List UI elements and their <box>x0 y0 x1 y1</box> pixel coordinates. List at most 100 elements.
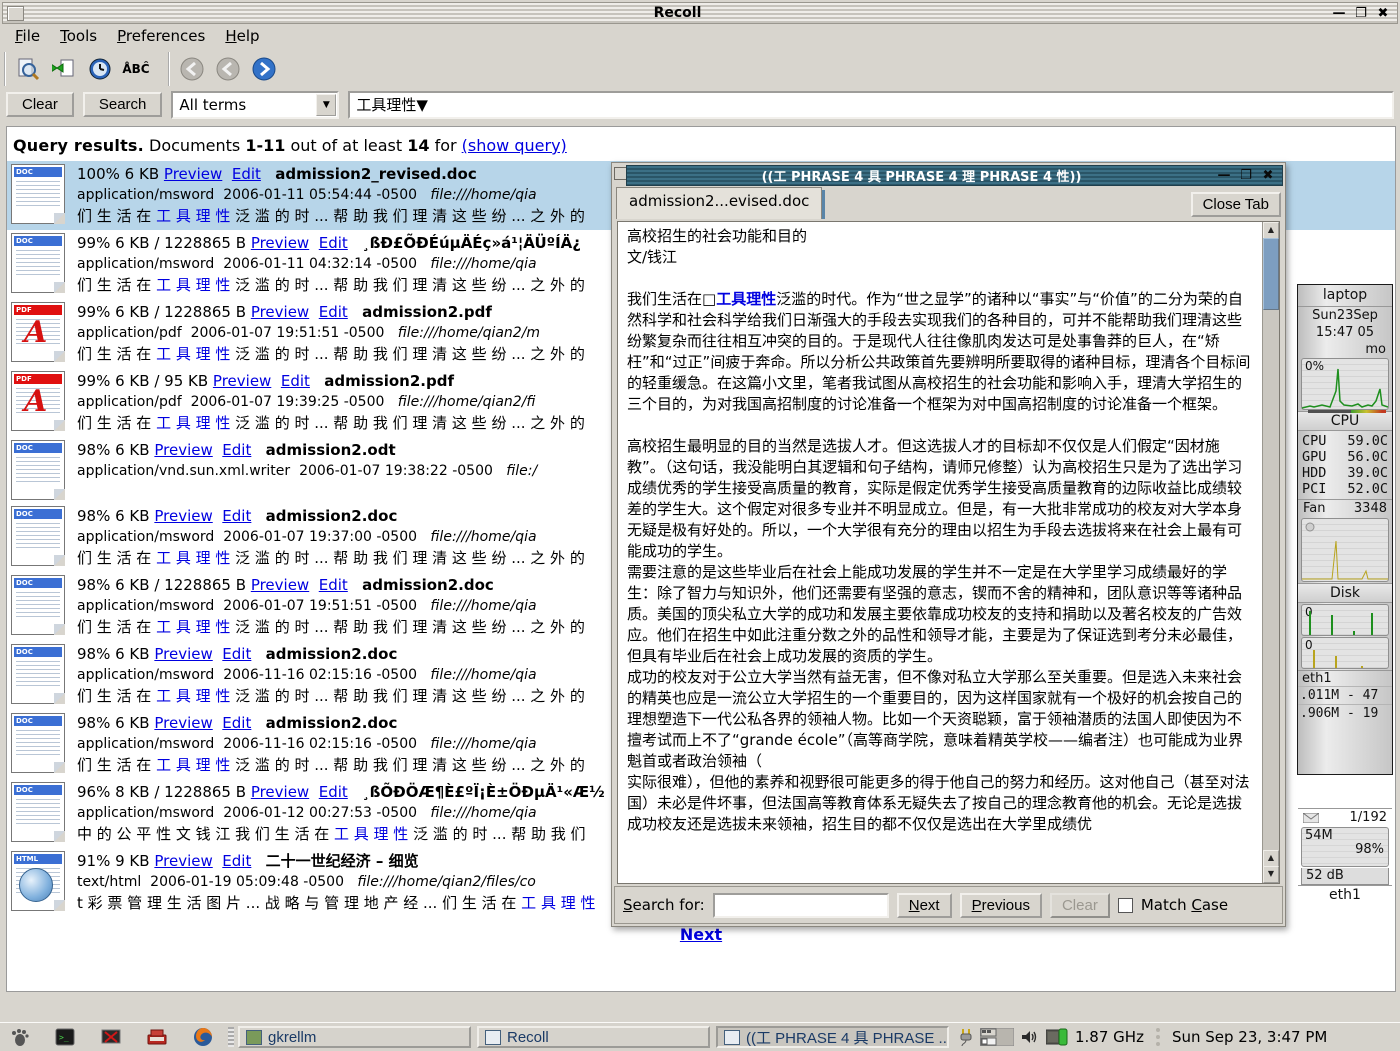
lock-screen-icon[interactable] <box>100 1026 122 1048</box>
sort-parameters-icon[interactable] <box>48 54 80 84</box>
clear-button[interactable]: Clear <box>6 92 74 117</box>
menu-file[interactable]: File <box>6 25 49 47</box>
doc-file-icon: DOC <box>11 233 65 293</box>
next-results-link[interactable]: Next <box>7 925 1395 944</box>
preview-searchbar: Search for: Next Previous Clear Match Ca… <box>614 886 1283 924</box>
window-menu-button[interactable] <box>7 6 24 21</box>
edit-link[interactable]: Edit <box>319 234 348 252</box>
preview-content[interactable]: 高校招生的社会功能和目的文/钱江 我们生活在□工具理性泛滥的时代。作为“世之显学… <box>617 221 1280 884</box>
firefox-icon[interactable] <box>192 1026 214 1048</box>
match-case-checkbox[interactable] <box>1118 898 1133 913</box>
preview-titlebar: ((工 PHRASE 4 具 PHRASE 4 理 PHRASE 4 性)) —… <box>626 165 1283 186</box>
gnome-menu-icon[interactable] <box>8 1026 30 1048</box>
find-previous-button[interactable]: Previous <box>960 893 1042 918</box>
query-input[interactable]: 工具理性 ▼ <box>348 91 1394 119</box>
query-value: 工具理性 <box>356 94 416 115</box>
close-tab-button[interactable]: Close Tab <box>1191 192 1281 217</box>
edit-link[interactable]: Edit <box>281 372 310 390</box>
preview-tab[interactable]: admission2...evised.doc <box>616 187 822 219</box>
time-label: 15:47 05 <box>1298 324 1392 341</box>
query-history-chevron-icon[interactable]: ▼ <box>416 96 428 114</box>
previous-page-icon[interactable] <box>212 54 244 84</box>
power-plug-icon[interactable] <box>959 1027 973 1047</box>
memory-chart[interactable]: 54M 98% <box>1301 827 1389 867</box>
search-mode-value: All terms <box>179 96 246 114</box>
preview-text-line: 高校招生的社会功能和目的 <box>627 226 1255 247</box>
preview-link[interactable]: Preview <box>154 645 212 663</box>
scroll-up2-icon[interactable]: ▲ <box>1263 850 1279 867</box>
restore-button[interactable]: ❐ <box>1353 6 1369 21</box>
preview-restore-button[interactable]: ❐ <box>1238 168 1254 183</box>
cpu-load-chart[interactable]: 0% <box>1301 358 1389 410</box>
edit-link[interactable]: Edit <box>222 852 251 870</box>
find-next-button[interactable]: Next <box>897 893 952 918</box>
result-url: file:/ <box>506 463 537 479</box>
edit-link[interactable]: Edit <box>319 783 348 801</box>
search-button[interactable]: Search <box>83 92 163 117</box>
first-page-icon[interactable] <box>176 54 208 84</box>
cpufreq-icon[interactable] <box>1046 1028 1068 1046</box>
advanced-search-icon[interactable] <box>12 54 44 84</box>
doc-file-icon: DOC <box>11 644 65 704</box>
preview-scrollbar[interactable]: ▲ ▲ ▼ <box>1262 222 1279 883</box>
preview-link[interactable]: Preview <box>154 714 212 732</box>
result-date: 2006-01-11 05:54:44 -0500 <box>223 187 417 203</box>
menu-preferences[interactable]: Preferences <box>108 25 214 47</box>
task-gkrellm[interactable]: gkrellm <box>238 1026 471 1048</box>
preview-search-input[interactable] <box>713 893 889 918</box>
preview-link[interactable]: Preview <box>251 234 309 252</box>
toolbar: ÅBĈ <box>4 50 286 88</box>
match-case-label: Match Case <box>1141 896 1228 914</box>
gkrellm-monitor: laptop Sun23Sep 15:47 05 mo 0% CPU CPU59… <box>1297 284 1393 775</box>
edit-link[interactable]: Edit <box>319 303 348 321</box>
scrollbar-thumb[interactable] <box>1263 238 1279 310</box>
fan-chart[interactable] <box>1301 518 1389 582</box>
menu-tools[interactable]: Tools <box>51 25 106 47</box>
result-title: admission2.doc <box>266 507 398 525</box>
preview-link[interactable]: Preview <box>251 303 309 321</box>
scroll-up-icon[interactable]: ▲ <box>1263 222 1279 239</box>
search-for-label: Search for: <box>623 896 705 914</box>
find-clear-button[interactable]: Clear <box>1050 893 1110 918</box>
minimize-button[interactable]: — <box>1331 6 1347 21</box>
preview-link[interactable]: Preview <box>154 852 212 870</box>
edit-link[interactable]: Edit <box>222 714 251 732</box>
chevron-down-icon[interactable]: ▼ <box>316 94 336 116</box>
mime-type: application/pdf <box>77 325 182 341</box>
task-preview-window[interactable]: ((工 PHRASE 4 具 PHRASE ... <box>716 1026 949 1048</box>
edit-link[interactable]: Edit <box>319 576 348 594</box>
terminal-icon[interactable]: >_ <box>54 1026 76 1048</box>
close-button[interactable]: ✖ <box>1375 6 1391 21</box>
menu-help[interactable]: Help <box>216 25 268 47</box>
typewriter-icon[interactable] <box>146 1026 168 1048</box>
disk-read-chart[interactable]: 0 <box>1301 604 1389 636</box>
preview-link[interactable]: Preview <box>251 576 309 594</box>
disk-write-chart[interactable]: 0 <box>1301 637 1389 669</box>
edit-link[interactable]: Edit <box>222 441 251 459</box>
panel-handle[interactable] <box>228 1027 234 1047</box>
mime-type: application/vnd.sun.xml.writer <box>77 463 290 479</box>
preview-link[interactable]: Preview <box>164 165 222 183</box>
preview-link[interactable]: Preview <box>213 372 271 390</box>
preview-close-button[interactable]: ✖ <box>1260 168 1276 183</box>
result-title: admission2.pdf <box>324 372 454 390</box>
preview-text-line: 成功的校友对于公立大学当然有益无害，但不像对私立大学那么至关重要。但是选入未来社… <box>627 667 1255 772</box>
edit-link[interactable]: Edit <box>222 645 251 663</box>
task-recoll[interactable]: Recoll <box>477 1026 710 1048</box>
edit-link[interactable]: Edit <box>232 165 261 183</box>
result-snippet: 中 的 公 平 性 文 钱 江 我 们 生 活 在 工 具 理 性 泛 滥 的 … <box>77 824 605 845</box>
preview-link[interactable]: Preview <box>154 507 212 525</box>
search-mode-select[interactable]: All terms ▼ <box>171 91 339 119</box>
preview-link[interactable]: Preview <box>251 783 309 801</box>
preview-minimize-button[interactable]: — <box>1216 168 1232 183</box>
term-explorer-icon[interactable]: ÅBĈ <box>120 54 152 84</box>
volume-icon[interactable] <box>1021 1029 1039 1045</box>
mime-type: application/msword <box>77 805 214 821</box>
preview-link[interactable]: Preview <box>154 441 212 459</box>
scroll-down-icon[interactable]: ▼ <box>1263 866 1279 883</box>
edit-link[interactable]: Edit <box>222 507 251 525</box>
history-icon[interactable] <box>84 54 116 84</box>
workspace-switcher[interactable] <box>980 1028 1014 1046</box>
next-page-icon[interactable] <box>248 54 280 84</box>
result-snippet: t 彩 票 管 理 生 活 图 片 ... 战 略 与 管 理 地 产 经 ..… <box>77 893 595 914</box>
